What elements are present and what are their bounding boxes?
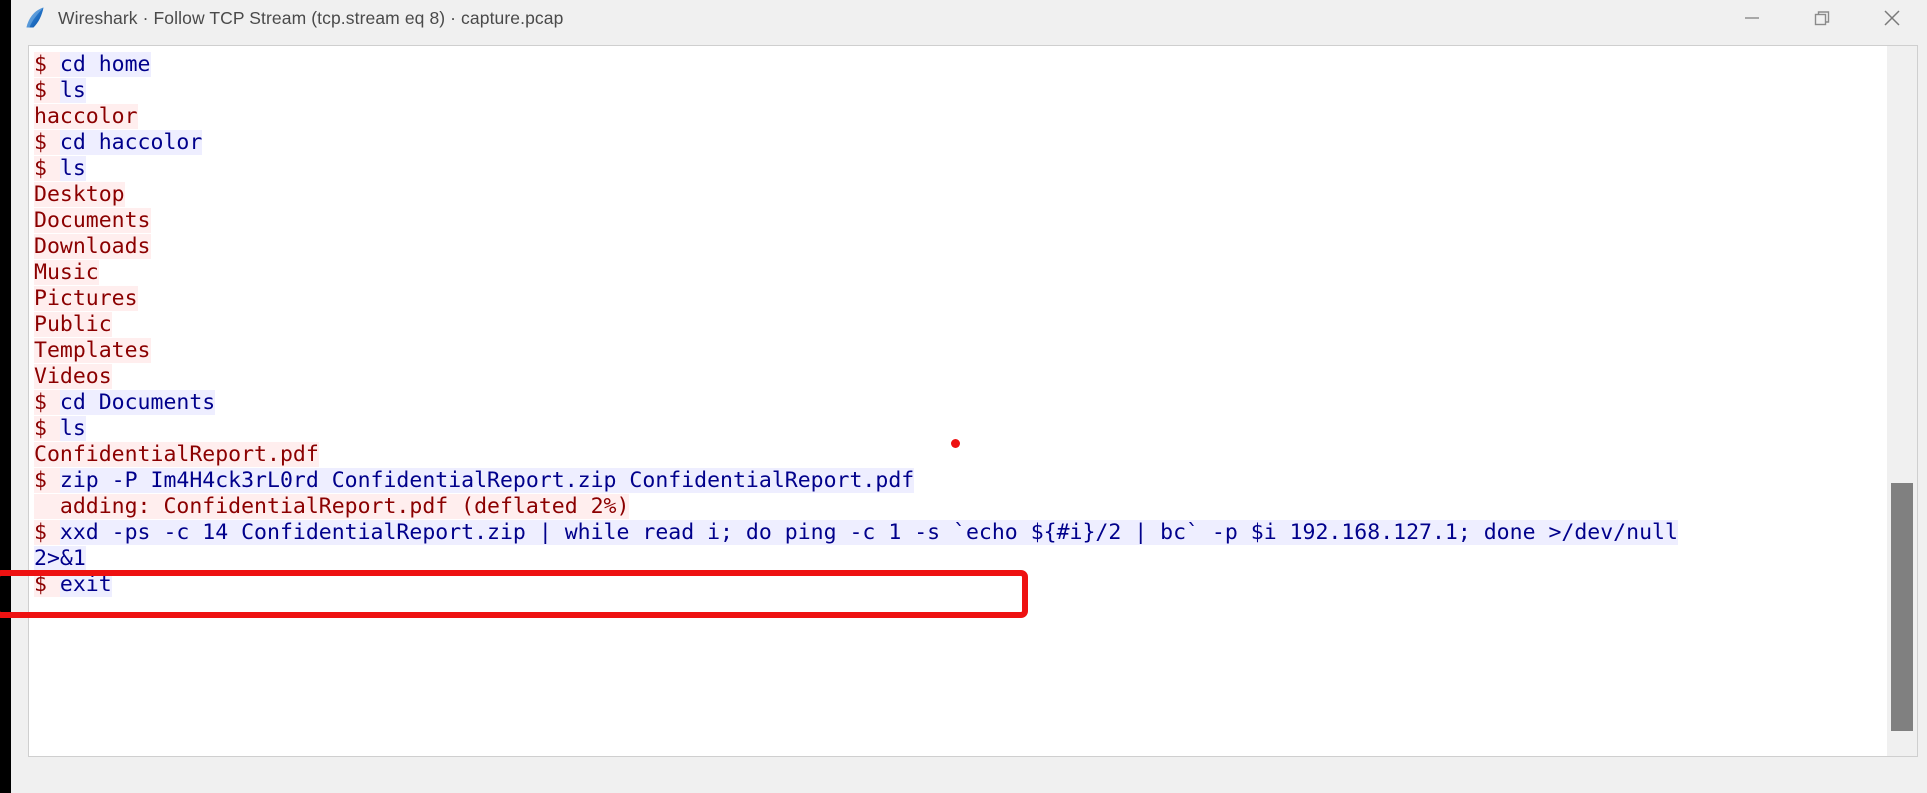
- stream-line: Music: [34, 260, 1886, 286]
- stream-line: $ ls: [34, 156, 1886, 182]
- shell-command: ls: [59, 156, 86, 181]
- follow-tcp-stream-window: Wireshark · Follow TCP Stream (tcp.strea…: [11, 0, 1927, 793]
- stream-line: Documents: [34, 208, 1886, 234]
- shell-prompt: $: [34, 156, 60, 181]
- stream-line: Videos: [34, 364, 1886, 390]
- stream-line: $ cd Documents: [34, 390, 1886, 416]
- shell-output: Desktop: [34, 182, 125, 207]
- shell-output: ConfidentialReport.pdf: [34, 442, 319, 467]
- window-controls: [1717, 0, 1927, 36]
- dialog-body: $ cd home $ ls haccolor $ cd haccolor $ ls De…: [11, 36, 1927, 793]
- minimize-button[interactable]: [1717, 0, 1787, 36]
- stream-line: haccolor: [34, 104, 1886, 130]
- restore-icon: [1814, 11, 1830, 26]
- stream-line: $ exit: [34, 572, 1886, 598]
- minimize-icon: [1745, 17, 1759, 19]
- stream-line: Public: [34, 312, 1886, 338]
- shell-prompt: $: [34, 520, 60, 545]
- shell-output: Downloads: [34, 234, 151, 259]
- stream-line: Pictures: [34, 286, 1886, 312]
- stream-text-frame: $ cd home $ ls haccolor $ cd haccolor $ ls De…: [28, 45, 1918, 757]
- shell-command: ls: [59, 78, 86, 103]
- shell-output: Music: [34, 260, 99, 285]
- shell-prompt: $: [34, 130, 60, 155]
- stream-line: ConfidentialReport.pdf: [34, 442, 1886, 468]
- shell-prompt: $: [34, 52, 60, 77]
- stream-line: $ zip -P Im4H4ck3rL0rd ConfidentialRepor…: [34, 468, 1886, 494]
- screen: Wireshark · Follow TCP Stream (tcp.strea…: [0, 0, 1927, 793]
- shell-command: ls: [59, 416, 86, 441]
- stream-line: adding: ConfidentialReport.pdf (deflated…: [34, 494, 1886, 520]
- shell-command: xxd -ps -c 14 ConfidentialReport.zip | w…: [59, 520, 1678, 545]
- scrollbar-thumb[interactable]: [1891, 482, 1913, 732]
- window-titlebar: Wireshark · Follow TCP Stream (tcp.strea…: [11, 0, 1927, 36]
- shell-prompt: $: [34, 572, 60, 597]
- shell-output: Documents: [34, 208, 151, 233]
- shell-prompt: $: [34, 390, 60, 415]
- window-title: Wireshark · Follow TCP Stream (tcp.strea…: [58, 7, 564, 28]
- stream-line: Templates: [34, 338, 1886, 364]
- stream-scrollbar[interactable]: [1886, 46, 1917, 756]
- stream-line: Desktop: [34, 182, 1886, 208]
- shell-prompt: $: [34, 416, 60, 441]
- stream-line: $ xxd -ps -c 14 ConfidentialReport.zip |…: [34, 520, 1886, 546]
- close-button[interactable]: [1857, 0, 1927, 36]
- shell-prompt: $: [34, 78, 60, 103]
- restore-button[interactable]: [1787, 0, 1857, 36]
- stream-line: $ cd home: [34, 52, 1886, 78]
- stream-line: $ ls: [34, 416, 1886, 442]
- shell-prompt: $: [34, 468, 60, 493]
- shell-command: cd Documents: [59, 390, 216, 415]
- shell-output: Pictures: [34, 286, 138, 311]
- shell-command: exit: [59, 572, 112, 597]
- wireshark-fin-icon: [26, 7, 44, 28]
- shell-output: Public: [34, 312, 112, 337]
- stream-line: 2>&1: [34, 546, 1886, 572]
- shell-command: cd home: [59, 52, 151, 77]
- shell-output: haccolor: [34, 104, 138, 129]
- stream-content[interactable]: $ cd home $ ls haccolor $ cd haccolor $ ls De…: [29, 46, 1886, 756]
- close-icon: [1884, 10, 1900, 26]
- shell-output: adding: ConfidentialReport.pdf (deflated…: [34, 494, 630, 519]
- stream-line: $ ls: [34, 78, 1886, 104]
- stream-line: $ cd haccolor: [34, 130, 1886, 156]
- shell-output: Videos: [34, 364, 112, 389]
- shell-command: cd haccolor: [59, 130, 203, 155]
- shell-command-wrap: 2>&1: [34, 546, 86, 571]
- shell-output: Templates: [34, 338, 151, 363]
- stream-line: Downloads: [34, 234, 1886, 260]
- shell-command: zip -P Im4H4ck3rL0rd ConfidentialReport.…: [59, 468, 915, 493]
